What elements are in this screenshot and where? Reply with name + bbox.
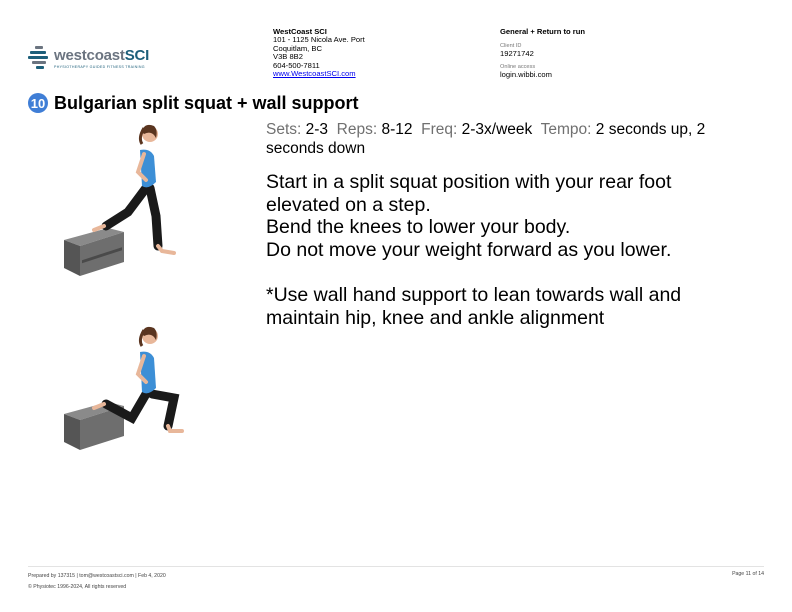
clinic-logo: westcoastSCI PHYSIOTHERAPY GUIDED FITNES… xyxy=(28,46,158,72)
program-title: General + Return to run xyxy=(500,27,586,36)
logo-tagline: PHYSIOTHERAPY GUIDED FITNESS TRAINING xyxy=(54,65,145,69)
freq-label: Freq: xyxy=(421,121,458,138)
exercise-parameters: Sets: 2-3 Reps: 8-12 Freq: 2-3x/week Tem… xyxy=(266,120,766,158)
reps-label: Reps: xyxy=(336,121,378,138)
client-id-value: 19271742 xyxy=(500,49,534,59)
description-blank-line xyxy=(266,261,766,284)
reps-value: 8-12 xyxy=(381,121,413,138)
exercise-title: Bulgarian split squat + wall support xyxy=(54,92,359,113)
page-number: Page 11 of 14 xyxy=(732,571,764,577)
description-line: maintain hip, knee and ankle alignment xyxy=(266,306,605,329)
exercise-illustration-end xyxy=(64,326,184,450)
tempo-label: Tempo: xyxy=(540,121,592,138)
description-line: Do not move your weight forward as you l… xyxy=(266,238,672,261)
description-line: Bend the knees to lower your body. xyxy=(266,216,571,239)
description-line: *Use wall hand support to lean towards w… xyxy=(266,283,682,306)
footer-info: Prepared by 137315 | tom@westcoastsci.co… xyxy=(28,571,166,593)
exercise-number-badge: 10 xyxy=(28,93,48,113)
exercise-description: Start in a split squat position with you… xyxy=(266,171,766,329)
clinic-info: WestCoast SCI 101 - 1125 Nicola Ave. Por… xyxy=(273,27,393,78)
sets-value: 2-3 xyxy=(305,121,329,138)
online-access-value: login.wibbi.com xyxy=(500,69,552,79)
freq-value: 2-3x/week xyxy=(461,121,533,138)
footer-divider xyxy=(28,566,764,567)
logo-wordmark: westcoastSCI xyxy=(54,47,150,64)
sets-label: Sets: xyxy=(266,121,302,138)
program-info: General + Return to run Client ID 192717… xyxy=(500,27,680,84)
description-line: elevated on a step. xyxy=(266,193,431,216)
prepared-by-text: Prepared by 137315 | tom@westcoastsci.co… xyxy=(28,573,166,579)
logo-mark-icon xyxy=(28,46,50,72)
exercise-illustration-start xyxy=(64,124,176,276)
clinic-website-link[interactable]: www.WestcoastSCI.com xyxy=(273,69,356,78)
exercise-heading: 10 Bulgarian split squat + wall support xyxy=(28,92,359,114)
copyright-text: © Physiotec 1996-2024, All rights reserv… xyxy=(28,584,127,590)
description-line: Start in a split squat position with you… xyxy=(266,171,672,193)
